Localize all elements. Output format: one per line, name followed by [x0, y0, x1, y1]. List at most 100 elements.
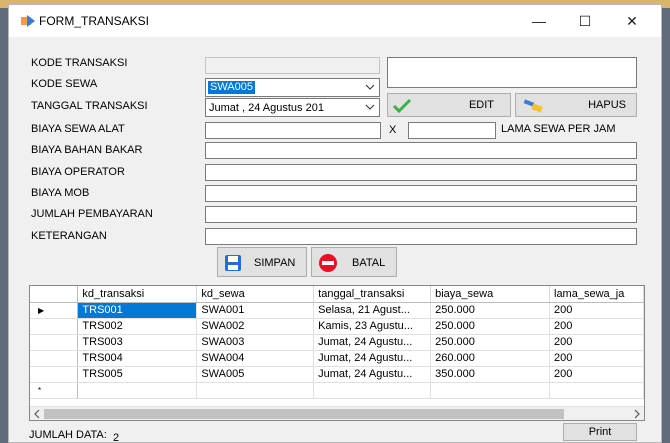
- table-cell[interactable]: 200: [549, 334, 644, 351]
- table-row[interactable]: TRS004 SWA004 Jumat, 24 Agustu... 260.00…: [30, 350, 644, 367]
- label-jumlah-pembayaran: JUMLAH PEMBAYARAN: [31, 208, 153, 220]
- label-kode-sewa: KODE SEWA: [31, 78, 98, 90]
- column-header[interactable]: biaya_sewa: [430, 286, 550, 303]
- table-cell[interactable]: TRS004: [77, 350, 198, 367]
- table-row[interactable]: TRS002 SWA002 Kamis, 23 Agustu... 250.00…: [30, 318, 644, 335]
- transaksi-grid[interactable]: kd_transaksi kd_sewa tanggal_transaksi b…: [29, 285, 645, 421]
- biaya-sewa-alat-field[interactable]: [205, 122, 381, 139]
- table-cell[interactable]: [313, 382, 432, 399]
- column-header[interactable]: lama_sewa_ja: [549, 286, 644, 303]
- table-cell[interactable]: TRS002: [77, 318, 198, 335]
- scrollbar-thumb[interactable]: [44, 409, 564, 419]
- simpan-button[interactable]: SIMPAN: [217, 247, 307, 277]
- table-cell[interactable]: TRS003: [77, 334, 198, 351]
- maximize-button[interactable]: ☐: [562, 5, 608, 37]
- label-kode-transaksi: KODE TRANSAKSI: [31, 57, 128, 69]
- column-header[interactable]: kd_transaksi: [77, 286, 198, 303]
- jumlah-data-value: 2: [113, 432, 120, 443]
- title-bar: FORM_TRANSAKSI — ☐ ✕: [9, 5, 661, 37]
- biaya-mob-field[interactable]: [205, 185, 637, 202]
- table-cell[interactable]: SWA004: [196, 350, 315, 367]
- table-cell[interactable]: Jumat, 24 Agustu...: [313, 334, 432, 351]
- kode-sewa-value: SWA005: [208, 81, 256, 94]
- table-cell[interactable]: 200: [549, 366, 644, 383]
- lama-sewa-field[interactable]: [408, 122, 496, 139]
- kode-transaksi-field[interactable]: [205, 57, 380, 74]
- table-cell[interactable]: [77, 382, 198, 399]
- table-cell[interactable]: 200: [549, 350, 644, 367]
- table-cell[interactable]: SWA002: [196, 318, 315, 335]
- biaya-bahan-bakar-field[interactable]: [205, 142, 637, 159]
- grid-table: kd_transaksi kd_sewa tanggal_transaksi b…: [30, 286, 644, 399]
- kode-sewa-select[interactable]: SWA005: [205, 78, 380, 97]
- batal-label: BATAL: [352, 257, 386, 269]
- current-row-marker: ▶: [30, 302, 79, 319]
- table-cell[interactable]: 200: [549, 302, 644, 319]
- table-cell[interactable]: Selasa, 21 Agust...: [313, 302, 432, 319]
- row-header-corner: [30, 286, 79, 303]
- chevron-down-icon: [365, 104, 375, 110]
- keterangan-field[interactable]: [205, 228, 637, 245]
- tanggal-transaksi-picker[interactable]: Jumat , 24 Agustus 201: [205, 98, 380, 117]
- table-row[interactable]: ▶ TRS001 SWA001 Selasa, 21 Agust... 250.…: [30, 302, 644, 319]
- multiply-label: X: [389, 124, 397, 136]
- table-cell[interactable]: [196, 382, 315, 399]
- checkmark-icon: [392, 98, 412, 114]
- table-row[interactable]: TRS005 SWA005 Jumat, 24 Agustu... 350.00…: [30, 366, 644, 383]
- table-cell[interactable]: 250.000: [430, 302, 550, 319]
- table-cell[interactable]: [549, 382, 644, 399]
- simpan-label: SIMPAN: [254, 257, 296, 269]
- table-cell[interactable]: Jumat, 24 Agustu...: [313, 366, 432, 383]
- label-lama-sewa-per-jam: LAMA SEWA PER JAM: [501, 123, 616, 135]
- scroll-left-icon[interactable]: [32, 409, 42, 419]
- grid-header-row: kd_transaksi kd_sewa tanggal_transaksi b…: [30, 286, 644, 303]
- chevron-down-icon: [365, 84, 375, 90]
- hapus-label: HAPUS: [588, 99, 626, 111]
- table-cell[interactable]: TRS001: [77, 302, 198, 319]
- floppy-icon: [225, 255, 241, 271]
- print-button[interactable]: Print: [563, 423, 637, 441]
- new-row[interactable]: *: [30, 382, 644, 399]
- table-cell[interactable]: 260.000: [430, 350, 550, 367]
- table-cell[interactable]: 250.000: [430, 318, 550, 335]
- label-biaya-operator: BIAYA OPERATOR: [31, 166, 125, 178]
- table-cell[interactable]: SWA001: [196, 302, 315, 319]
- minus-circle-icon: [319, 254, 337, 272]
- hapus-button[interactable]: HAPUS: [515, 93, 637, 117]
- label-keterangan: KETERANGAN: [31, 230, 107, 242]
- table-cell[interactable]: TRS005: [77, 366, 198, 383]
- table-cell[interactable]: SWA005: [196, 366, 315, 383]
- edit-button[interactable]: EDIT: [387, 93, 511, 117]
- jumlah-data-label: JUMLAH DATA:: [29, 429, 107, 441]
- biaya-operator-field[interactable]: [205, 164, 637, 181]
- column-header[interactable]: tanggal_transaksi: [313, 286, 432, 303]
- table-cell[interactable]: [430, 382, 550, 399]
- scroll-right-icon[interactable]: [632, 409, 642, 419]
- app-icon: [21, 15, 35, 27]
- table-cell[interactable]: 200: [549, 318, 644, 335]
- label-biaya-mob: BIAYA MOB: [31, 187, 90, 199]
- window-title: FORM_TRANSAKSI: [39, 14, 150, 28]
- row-header: [30, 366, 79, 383]
- row-header: [30, 350, 79, 367]
- jumlah-pembayaran-field[interactable]: [205, 206, 637, 223]
- column-header[interactable]: kd_sewa: [196, 286, 315, 303]
- batal-button[interactable]: BATAL: [311, 247, 397, 277]
- horizontal-scrollbar[interactable]: [30, 406, 644, 420]
- label-tanggal-transaksi: TANGGAL TRANSAKSI: [31, 100, 148, 112]
- edit-label: EDIT: [468, 99, 494, 111]
- minimize-button[interactable]: —: [516, 5, 562, 37]
- row-header: [30, 318, 79, 335]
- table-cell[interactable]: Kamis, 23 Agustu...: [313, 318, 432, 335]
- label-biaya-sewa-alat: BIAYA SEWA ALAT: [31, 123, 125, 135]
- print-label: Print: [588, 426, 612, 438]
- new-row-marker: *: [30, 382, 79, 399]
- keterangan-sewa-box[interactable]: [387, 57, 637, 88]
- table-cell[interactable]: 350.000: [430, 366, 550, 383]
- table-row[interactable]: TRS003 SWA003 Jumat, 24 Agustu... 250.00…: [30, 334, 644, 351]
- table-cell[interactable]: Jumat, 24 Agustu...: [313, 350, 432, 367]
- table-cell[interactable]: 250.000: [430, 334, 550, 351]
- table-cell[interactable]: SWA003: [196, 334, 315, 351]
- tanggal-value: Jumat , 24 Agustus 201: [209, 102, 324, 114]
- close-button[interactable]: ✕: [609, 5, 655, 37]
